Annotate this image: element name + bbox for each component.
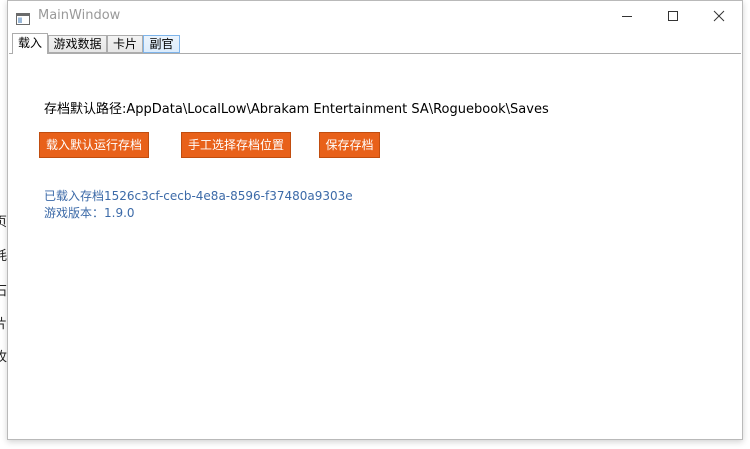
close-icon [713, 10, 725, 22]
desktop: : 页 耗 石 片 牧 MainWindow [0, 0, 750, 449]
minimize-button[interactable] [604, 1, 650, 31]
minimize-icon [622, 16, 632, 17]
background-text: 耗 [0, 249, 8, 264]
tab-panel-load: 存档默认路径:AppData\LocalLow\Abrakam Entertai… [9, 53, 741, 438]
close-button[interactable] [696, 1, 742, 31]
maximize-button[interactable] [650, 1, 696, 31]
tab-game-data[interactable]: 游戏数据 [48, 35, 107, 53]
save-button[interactable]: 保存存档 [319, 132, 380, 158]
manual-select-save-button[interactable]: 手工选择存档位置 [181, 132, 291, 158]
loaded-save-status: 已载入存档1526c3cf-cecb-4e8a-8596-f37480a9303… [44, 189, 353, 203]
default-save-path-label: 存档默认路径:AppData\LocalLow\Abrakam Entertai… [44, 102, 549, 117]
main-window: MainWindow 载入 游戏数据 卡片 副官 存档默认路径:AppData\… [7, 0, 743, 440]
game-version-status: 游戏版本：1.9.0 [44, 206, 135, 220]
tab-cards[interactable]: 卡片 [107, 35, 143, 53]
background-text: 页 [0, 215, 8, 230]
maximize-icon [668, 11, 678, 21]
background-text: 石 [0, 284, 8, 299]
background-text: 牧 [0, 350, 8, 365]
tab-load[interactable]: 载入 [12, 33, 48, 54]
title-bar[interactable]: MainWindow [8, 1, 742, 32]
tab-lieutenants[interactable]: 副官 [143, 35, 180, 53]
window-title: MainWindow [38, 8, 121, 23]
load-default-save-button[interactable]: 载入默认运行存档 [39, 132, 149, 158]
app-window-icon [16, 10, 30, 25]
background-text: 片 [0, 317, 8, 332]
